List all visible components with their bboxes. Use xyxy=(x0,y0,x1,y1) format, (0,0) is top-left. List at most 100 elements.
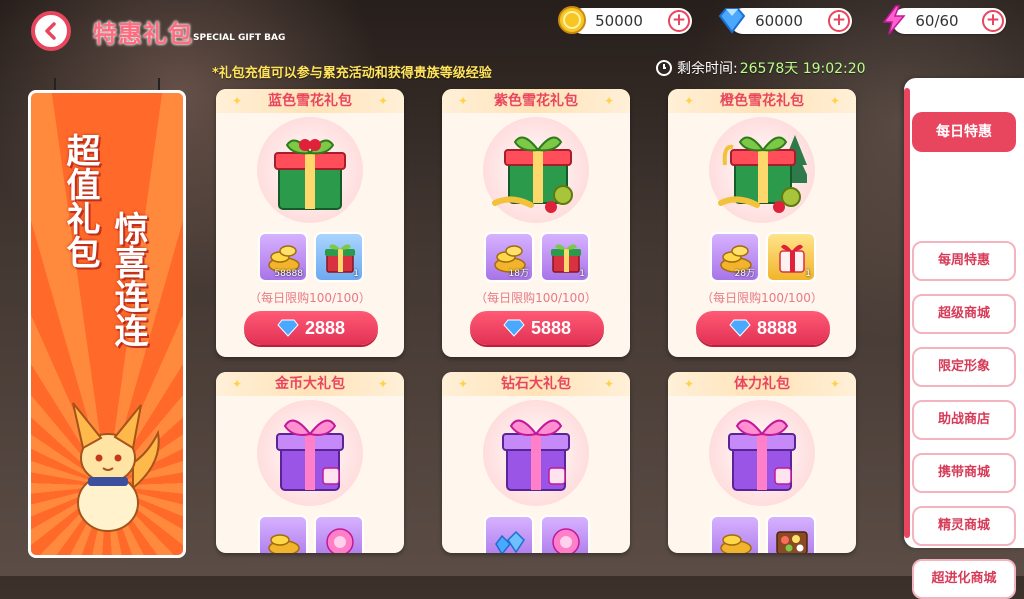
diamond-counter: 60000 + xyxy=(718,8,852,34)
reward-item-coins[interactable] xyxy=(258,515,308,553)
buy-button[interactable]: 8888 xyxy=(696,311,830,345)
star-icon: ✦ xyxy=(684,94,695,108)
star-icon: ✦ xyxy=(377,377,388,391)
gift-card-orange: 橙色雪花礼包 ✦ ✦ 28万 1 （每日限购100/100） 8888 xyxy=(668,89,856,357)
food-box-icon xyxy=(776,531,808,553)
gift-card-purple: 紫色雪花礼包 ✦ ✦ 18万 1 （每日限购100/100） 5888 xyxy=(442,89,630,357)
coin-counter: 50000 + xyxy=(558,6,692,34)
reward-items xyxy=(258,515,364,553)
tab-spirit-mall[interactable]: 精灵商城 xyxy=(912,506,1016,546)
tab-weekly-deals[interactable]: 每周特惠 xyxy=(912,241,1016,281)
clock-icon xyxy=(656,60,672,76)
reward-item-gems[interactable] xyxy=(484,515,534,553)
chevron-left-icon xyxy=(45,22,56,40)
tab-limited-skins[interactable]: 限定形象 xyxy=(912,347,1016,387)
notice-text: *礼包充值可以参与累充活动和获得贵族等级经验 xyxy=(212,66,492,81)
diamond-icon xyxy=(503,319,525,337)
reward-qty: 1 xyxy=(579,269,585,279)
reward-qty: 1 xyxy=(805,269,811,279)
gift-card-stamina: 体力礼包 ✦ ✦ xyxy=(668,372,856,553)
gift-card-blue: 蓝色雪花礼包 ✦ ✦ 58888 1 （每日限购100/100） 2888 xyxy=(216,89,404,357)
green-gift-icon[interactable] xyxy=(265,125,355,215)
tab-support-shop[interactable]: 助战商店 xyxy=(912,400,1016,440)
price-label: 5888 xyxy=(530,317,572,338)
reward-item-orb[interactable] xyxy=(314,515,364,553)
reward-items: 18万 1 xyxy=(484,232,590,282)
timer-label: 剩余时间: xyxy=(677,61,738,77)
price-label: 8888 xyxy=(756,317,798,338)
add-coin-button[interactable]: + xyxy=(668,10,690,32)
star-icon: ✦ xyxy=(232,94,243,108)
tab-mega-evolution-mall[interactable]: 超进化商城 xyxy=(912,559,1016,599)
pink-orb-icon xyxy=(326,528,354,553)
reward-item-food[interactable] xyxy=(766,515,816,553)
fox-mascot-icon xyxy=(72,402,160,532)
star-icon: ✦ xyxy=(232,377,243,391)
star-icon: ✦ xyxy=(377,94,388,108)
timer-value: 26578天 19:02:20 xyxy=(739,61,866,77)
reward-item-coins[interactable]: 18万 xyxy=(484,232,534,282)
reward-items xyxy=(484,515,590,553)
reward-item-coins[interactable]: 58888 xyxy=(258,232,308,282)
buy-button[interactable]: 2888 xyxy=(244,311,378,345)
tab-carry-mall[interactable]: 携带商城 xyxy=(912,453,1016,493)
banner-text-1: 超值礼包 xyxy=(60,133,100,269)
card-title: 橙色雪花礼包 xyxy=(668,89,856,113)
banner-panel: 超值礼包 惊喜连连 xyxy=(28,90,186,558)
reward-item-gift[interactable]: 1 xyxy=(540,232,590,282)
stamina-counter: 60/60 + xyxy=(882,5,1006,35)
promo-banner: 超值礼包 惊喜连连 xyxy=(28,78,186,558)
diamond-icon xyxy=(718,8,746,34)
gold-coins-icon xyxy=(720,534,752,553)
card-title: 钻石大礼包 xyxy=(442,372,630,396)
reward-item-gift[interactable]: 1 xyxy=(314,232,364,282)
reward-items xyxy=(710,515,816,553)
lightning-icon xyxy=(882,5,906,35)
gold-coins-icon xyxy=(268,534,300,553)
reward-qty: 1 xyxy=(353,269,359,279)
buy-button[interactable]: 5888 xyxy=(470,311,604,345)
page-title: 特惠礼包 xyxy=(93,20,193,48)
coin-icon xyxy=(558,6,586,34)
gift-card-diamonds: 钻石大礼包 ✦ ✦ xyxy=(442,372,630,553)
price-label: 2888 xyxy=(304,317,346,338)
card-title: 紫色雪花礼包 xyxy=(442,89,630,113)
star-icon: ✦ xyxy=(684,377,695,391)
reward-item-coins[interactable] xyxy=(710,515,760,553)
pink-orb-icon xyxy=(552,528,580,553)
purchase-limit: （每日限购100/100） xyxy=(701,291,823,305)
diamond-icon xyxy=(729,319,751,337)
reward-qty: 58888 xyxy=(274,269,303,279)
back-button[interactable] xyxy=(31,11,71,51)
star-icon: ✦ xyxy=(458,377,469,391)
gift-card-coins: 金币大礼包 ✦ ✦ xyxy=(216,372,404,553)
reward-item-gift[interactable]: 1 xyxy=(766,232,816,282)
reward-items: 58888 1 xyxy=(258,232,364,282)
star-icon: ✦ xyxy=(829,377,840,391)
purchase-limit: （每日限购100/100） xyxy=(249,291,371,305)
purple-gift-icon[interactable] xyxy=(491,408,581,498)
star-icon: ✦ xyxy=(603,377,614,391)
reward-items: 28万 1 xyxy=(710,232,816,282)
add-stamina-button[interactable]: + xyxy=(982,10,1004,32)
reward-item-coins[interactable]: 28万 xyxy=(710,232,760,282)
add-diamond-button[interactable]: + xyxy=(828,10,850,32)
banner-text-2: 惊喜连连 xyxy=(108,211,148,347)
reward-qty: 18万 xyxy=(508,269,529,279)
card-title: 体力礼包 xyxy=(668,372,856,396)
page-subtitle: SPECIAL GIFT BAG xyxy=(193,33,286,43)
blue-gems-icon xyxy=(495,530,525,553)
diamond-icon xyxy=(277,319,299,337)
star-icon: ✦ xyxy=(458,94,469,108)
tab-daily-deals[interactable]: 每日特惠 xyxy=(912,112,1016,152)
green-gift-icon[interactable] xyxy=(717,125,807,215)
countdown-timer: 剩余时间: 26578天 19:02:20 xyxy=(656,58,866,78)
purple-gift-icon[interactable] xyxy=(717,408,807,498)
star-icon: ✦ xyxy=(829,94,840,108)
green-gift-icon[interactable] xyxy=(491,125,581,215)
star-icon: ✦ xyxy=(603,94,614,108)
reward-qty: 28万 xyxy=(734,269,755,279)
purple-gift-icon[interactable] xyxy=(265,408,355,498)
reward-item-orb[interactable] xyxy=(540,515,590,553)
tab-super-mall[interactable]: 超级商城 xyxy=(912,294,1016,334)
